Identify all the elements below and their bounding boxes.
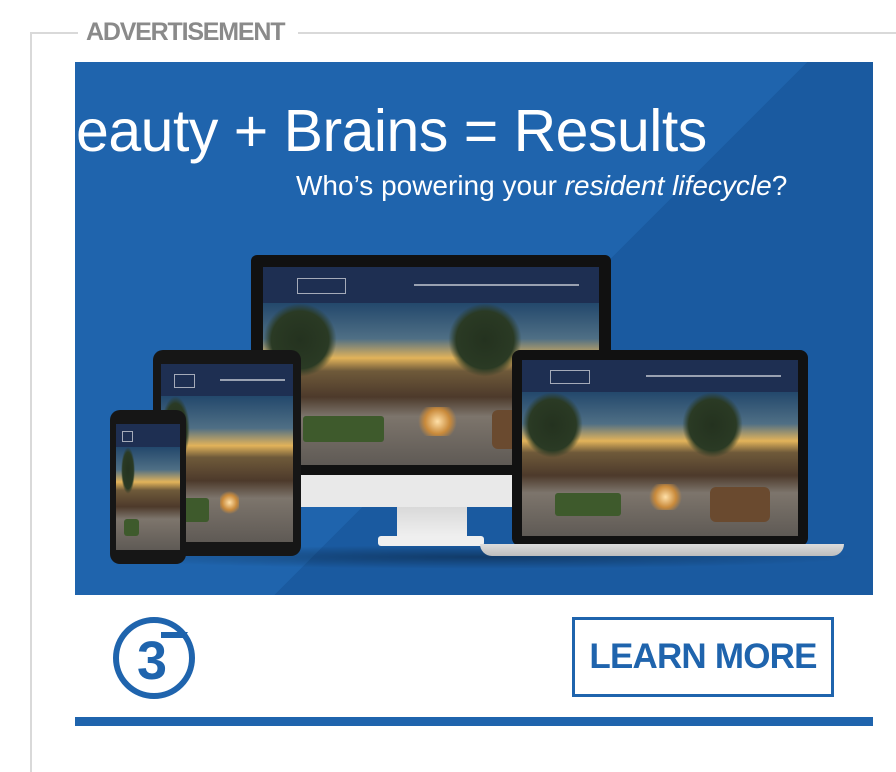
tree-silhouette xyxy=(682,391,743,459)
laptop-site-nav xyxy=(522,360,798,392)
desktop-site-menu xyxy=(414,284,579,287)
ad-headline: Beauty + Brains = Results xyxy=(37,98,707,164)
phone xyxy=(110,410,186,564)
brand-logo-icon[interactable]: 3 xyxy=(112,616,196,700)
fire-pit xyxy=(220,489,239,516)
ad-subline-prefix: Who’s powering your xyxy=(296,170,565,201)
desktop-monitor-base xyxy=(378,536,484,546)
desktop-monitor-stand xyxy=(397,507,467,539)
phone-screen xyxy=(116,424,180,550)
desktop-site-logo xyxy=(296,277,346,294)
laptop-screen xyxy=(522,360,798,536)
tree-silhouette xyxy=(522,391,583,459)
desktop-site-nav xyxy=(263,267,599,303)
laptop xyxy=(512,350,808,546)
ad-legend: ADVERTISEMENT xyxy=(78,14,299,50)
planter-bench xyxy=(123,519,140,536)
tablet-site-menu xyxy=(220,379,286,382)
planter-bench xyxy=(303,416,384,443)
tree-silhouette xyxy=(121,446,136,495)
patio-chair xyxy=(709,486,771,522)
tablet-site-nav xyxy=(161,364,293,397)
ad-subline-emphasis: resident lifecycle xyxy=(564,170,772,201)
laptop-site-logo xyxy=(549,369,591,385)
ad-bottom-rule xyxy=(75,717,873,726)
tree-silhouette xyxy=(447,302,522,378)
planter-bench xyxy=(555,492,622,516)
tablet-site-logo xyxy=(174,373,195,389)
phone-site-nav xyxy=(116,424,180,447)
laptop-site-hero-image xyxy=(522,391,798,536)
laptop-base xyxy=(480,544,844,556)
phone-site-hero-image xyxy=(116,446,180,550)
ad-subline-suffix: ? xyxy=(771,170,788,201)
fire-pit xyxy=(646,484,685,511)
brand-logo-mark: 3 xyxy=(137,631,167,691)
learn-more-button[interactable]: LEARN MORE xyxy=(572,617,834,697)
fire-pit xyxy=(414,406,462,436)
ad-subline: Who’s powering your resident lifecycle? xyxy=(296,166,787,206)
phone-site-logo xyxy=(122,430,134,442)
laptop-site-menu xyxy=(646,375,782,378)
